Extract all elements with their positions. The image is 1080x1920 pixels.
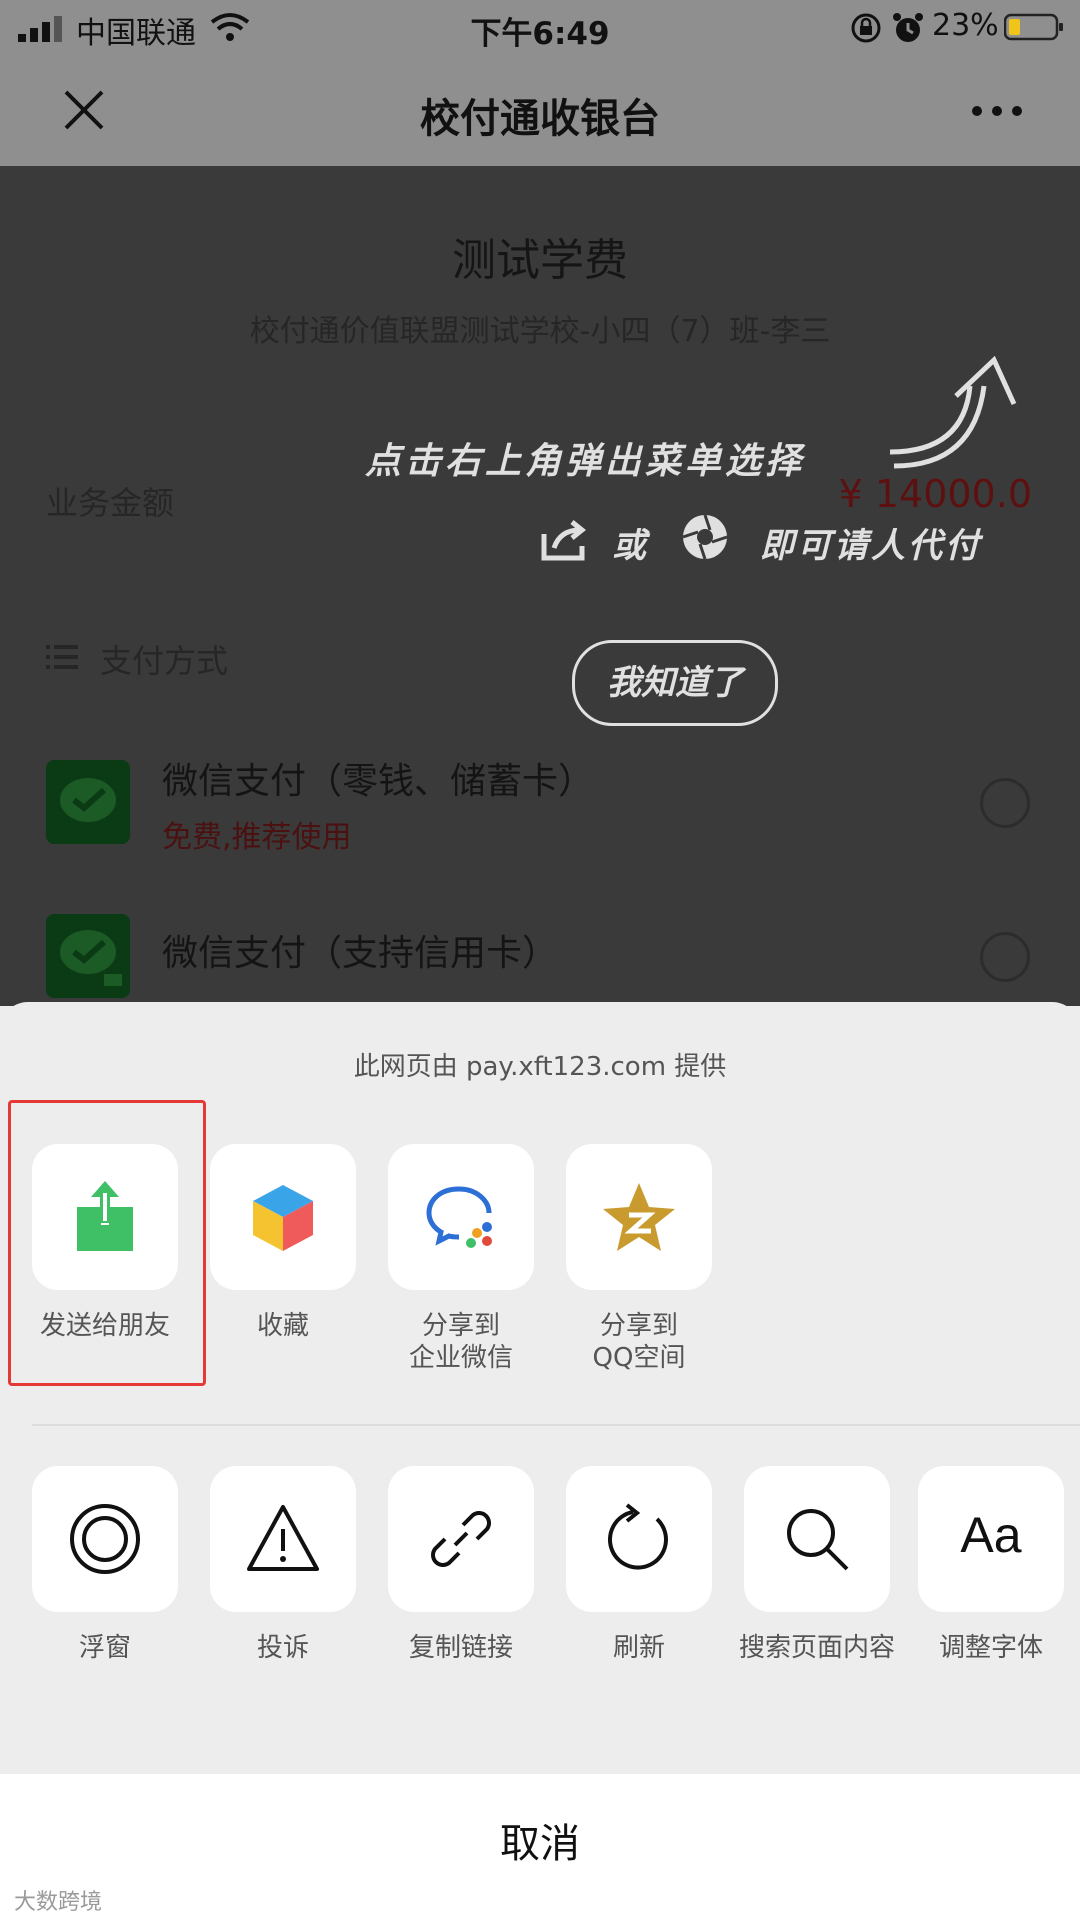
wechat-pay-icon <box>46 760 130 844</box>
tile-label: 搜索页面内容 <box>738 1633 895 1663</box>
battery-percent: 23% <box>932 8 999 43</box>
status-bar: 中国联通 下午6:49 23% <box>0 0 1080 56</box>
share-qzone-button[interactable] <box>566 1144 712 1290</box>
float-window-button[interactable] <box>32 1466 178 1612</box>
amount-label: 业务金额 <box>46 484 175 522</box>
tile-label: 分享到 企业微信 <box>408 1311 513 1373</box>
wechat-pay-credit-icon <box>46 914 130 998</box>
alarm-icon <box>893 13 923 42</box>
qzone-star-icon <box>603 1183 675 1251</box>
payment-radio[interactable] <box>980 932 1030 982</box>
copy-link-button[interactable] <box>388 1466 534 1612</box>
item-title: 测试学费 <box>452 235 628 286</box>
tile-label: 复制链接 <box>408 1633 513 1663</box>
guide-or: 或 <box>612 526 646 566</box>
tile-label: 刷新 <box>612 1633 665 1663</box>
more-icon[interactable] <box>970 101 1024 121</box>
share-icon <box>541 520 587 561</box>
page-title: 校付通收银台 <box>420 96 660 142</box>
guide-text: 即可请人代付 <box>760 526 982 566</box>
search-icon <box>787 1509 849 1571</box>
watermark: 大数跨境 <box>14 1890 103 1915</box>
font-size-button[interactable]: Aa <box>918 1466 1064 1612</box>
font-size-icon: Aa <box>960 1507 1022 1563</box>
payment-option-name[interactable]: 微信支付（零钱、储蓄卡） <box>162 752 594 804</box>
payment-radio[interactable] <box>980 778 1030 828</box>
tile-label: 投诉 <box>256 1633 309 1663</box>
battery-icon <box>1004 13 1063 41</box>
payment-option-name[interactable]: 微信支付（支持信用卡） <box>162 924 558 976</box>
tile-label: 分享到 QQ空间 <box>592 1311 686 1373</box>
search-page-button[interactable] <box>744 1466 890 1612</box>
dismiss-guide-button[interactable]: 我知道了 <box>572 640 778 726</box>
tile-label: 浮窗 <box>78 1633 131 1663</box>
guide-arrow-icon <box>889 356 1017 469</box>
highlight-box <box>8 1100 206 1386</box>
favorite-button[interactable] <box>210 1144 356 1290</box>
float-window-icon <box>70 1504 140 1574</box>
checkout-page: 测试学费 校付通价值联盟测试学校-小四（7）班-李三 业务金额 ¥ 14000.… <box>0 166 1080 1006</box>
tile-label: 收藏 <box>256 1311 309 1341</box>
wecom-icon <box>426 1186 492 1248</box>
favorite-cube-icon <box>253 1185 313 1251</box>
payment-option-note: 免费,推荐使用 <box>162 820 352 855</box>
provider-text: 此网页由 pay.xft123.com 提供 <box>353 1052 727 1082</box>
payment-method-label: 支付方式 <box>100 642 229 680</box>
complain-button[interactable] <box>210 1466 356 1612</box>
nav-bar: 校付通收银台 <box>0 56 1080 166</box>
refresh-button[interactable] <box>566 1466 712 1612</box>
tile-label: 调整字体 <box>938 1633 1043 1663</box>
rotation-lock-icon <box>851 13 881 43</box>
share-wecom-button[interactable] <box>388 1144 534 1290</box>
list-icon <box>46 645 78 669</box>
divider <box>32 1424 1080 1426</box>
item-subtitle: 校付通价值联盟测试学校-小四（7）班-李三 <box>249 314 831 349</box>
cancel-button[interactable]: 取消 <box>0 1774 1080 1920</box>
link-icon <box>431 1511 491 1567</box>
guide-text: 点击右上角弹出菜单选择 <box>365 441 806 482</box>
aperture-icon <box>682 514 728 560</box>
refresh-icon <box>607 1503 668 1570</box>
warning-icon <box>247 1505 319 1571</box>
